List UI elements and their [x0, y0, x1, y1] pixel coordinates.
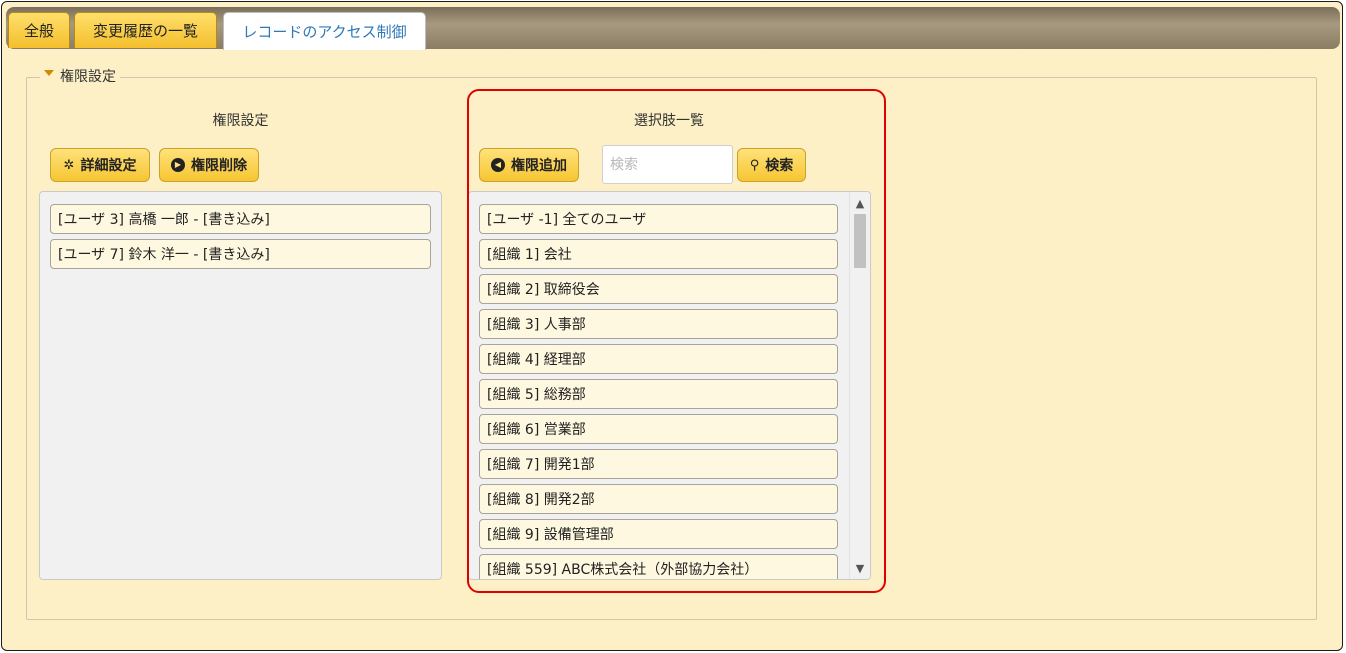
list-item-label: [組織 559] ABC株式会社（外部協力会社）	[487, 562, 759, 578]
list-item[interactable]: [ユーザ -1] 全てのユーザ	[479, 204, 838, 234]
delete-permission-label: 権限削除	[191, 158, 247, 174]
arrow-left-circle-icon: ◀	[491, 158, 505, 172]
list-item-label: [組織 2] 取締役会	[487, 282, 600, 298]
tab-general[interactable]: 全般	[8, 12, 70, 48]
list-item[interactable]: [組織 7] 開発1部	[479, 449, 838, 479]
list-item[interactable]: [組織 8] 開発2部	[479, 484, 838, 514]
tab-record-access-control[interactable]: レコードのアクセス制御	[223, 12, 426, 50]
list-item[interactable]: [組織 559] ABC株式会社（外部協力会社）	[479, 554, 838, 579]
list-item-label: [組織 3] 人事部	[487, 317, 586, 333]
list-item-label: [組織 5] 総務部	[487, 387, 586, 403]
collapse-triangle-icon[interactable]	[44, 70, 54, 76]
list-item-label: [組織 8] 開発2部	[487, 492, 595, 508]
arrow-right-circle-icon: ▶	[171, 158, 185, 172]
app-window: 全般 変更履歴の一覧 レコードのアクセス制御 権限設定 権限設定 ✲ 詳細設定 …	[1, 1, 1343, 651]
list-item-label: [組織 6] 営業部	[487, 422, 586, 438]
choices-scrollbar[interactable]: ▲ ▼	[849, 192, 870, 579]
list-item[interactable]: [組織 6] 営業部	[479, 414, 838, 444]
delete-permission-button[interactable]: ▶ 権限削除	[159, 148, 259, 182]
search-button[interactable]: ⚲ 検索	[737, 148, 806, 182]
section-legend[interactable]: 権限設定	[40, 66, 120, 86]
search-input[interactable]	[602, 145, 733, 184]
list-item-label: [ユーザ -1] 全てのユーザ	[487, 212, 647, 228]
list-item[interactable]: [組織 3] 人事部	[479, 309, 838, 339]
list-item[interactable]: [組織 2] 取締役会	[479, 274, 838, 304]
section-legend-label: 権限設定	[60, 69, 116, 85]
list-item-label: [組織 7] 開発1部	[487, 457, 595, 473]
list-item[interactable]: [組織 9] 設備管理部	[479, 519, 838, 549]
tab-general-label: 全般	[23, 22, 54, 40]
search-button-label: 検索	[765, 158, 794, 174]
list-item-label: [組織 4] 経理部	[487, 352, 586, 368]
list-item[interactable]: [組織 5] 総務部	[479, 379, 838, 409]
list-item-label: [ユーザ 3] 高橋 一郎 - [書き込み]	[58, 212, 270, 228]
list-item[interactable]: [ユーザ 7] 鈴木 洋一 - [書き込み]	[50, 239, 431, 269]
add-permission-label: 権限追加	[511, 158, 567, 174]
choices-list[interactable]: [ユーザ -1] 全てのユーザ [組織 1] 会社 [組織 2] 取締役会 [組…	[468, 191, 871, 580]
left-column-title: 権限設定	[212, 113, 269, 129]
list-item-label: [組織 9] 設備管理部	[487, 527, 614, 543]
tab-record-access-control-label: レコードのアクセス制御	[242, 23, 407, 41]
add-permission-button[interactable]: ◀ 権限追加	[479, 148, 579, 182]
tab-change-history[interactable]: 変更履歴の一覧	[74, 12, 217, 48]
detail-settings-button[interactable]: ✲ 詳細設定	[50, 148, 150, 182]
list-item[interactable]: [ユーザ 3] 高橋 一郎 - [書き込み]	[50, 204, 431, 234]
chevron-down-icon[interactable]: ▼	[850, 559, 870, 577]
assigned-permissions-list[interactable]: [ユーザ 3] 高橋 一郎 - [書き込み] [ユーザ 7] 鈴木 洋一 - […	[39, 191, 442, 580]
tab-change-history-label: 変更履歴の一覧	[92, 22, 198, 40]
chevron-up-icon[interactable]: ▲	[850, 194, 870, 212]
list-item[interactable]: [組織 1] 会社	[479, 239, 838, 269]
scrollbar-thumb[interactable]	[854, 214, 866, 268]
list-item-label: [ユーザ 7] 鈴木 洋一 - [書き込み]	[58, 247, 270, 263]
right-column-title: 選択肢一覧	[634, 113, 704, 129]
search-icon: ⚲	[749, 157, 760, 173]
list-item-label: [組織 1] 会社	[487, 247, 572, 263]
gear-icon: ✲	[63, 157, 75, 173]
detail-settings-label: 詳細設定	[80, 158, 137, 174]
list-item[interactable]: [組織 4] 経理部	[479, 344, 838, 374]
